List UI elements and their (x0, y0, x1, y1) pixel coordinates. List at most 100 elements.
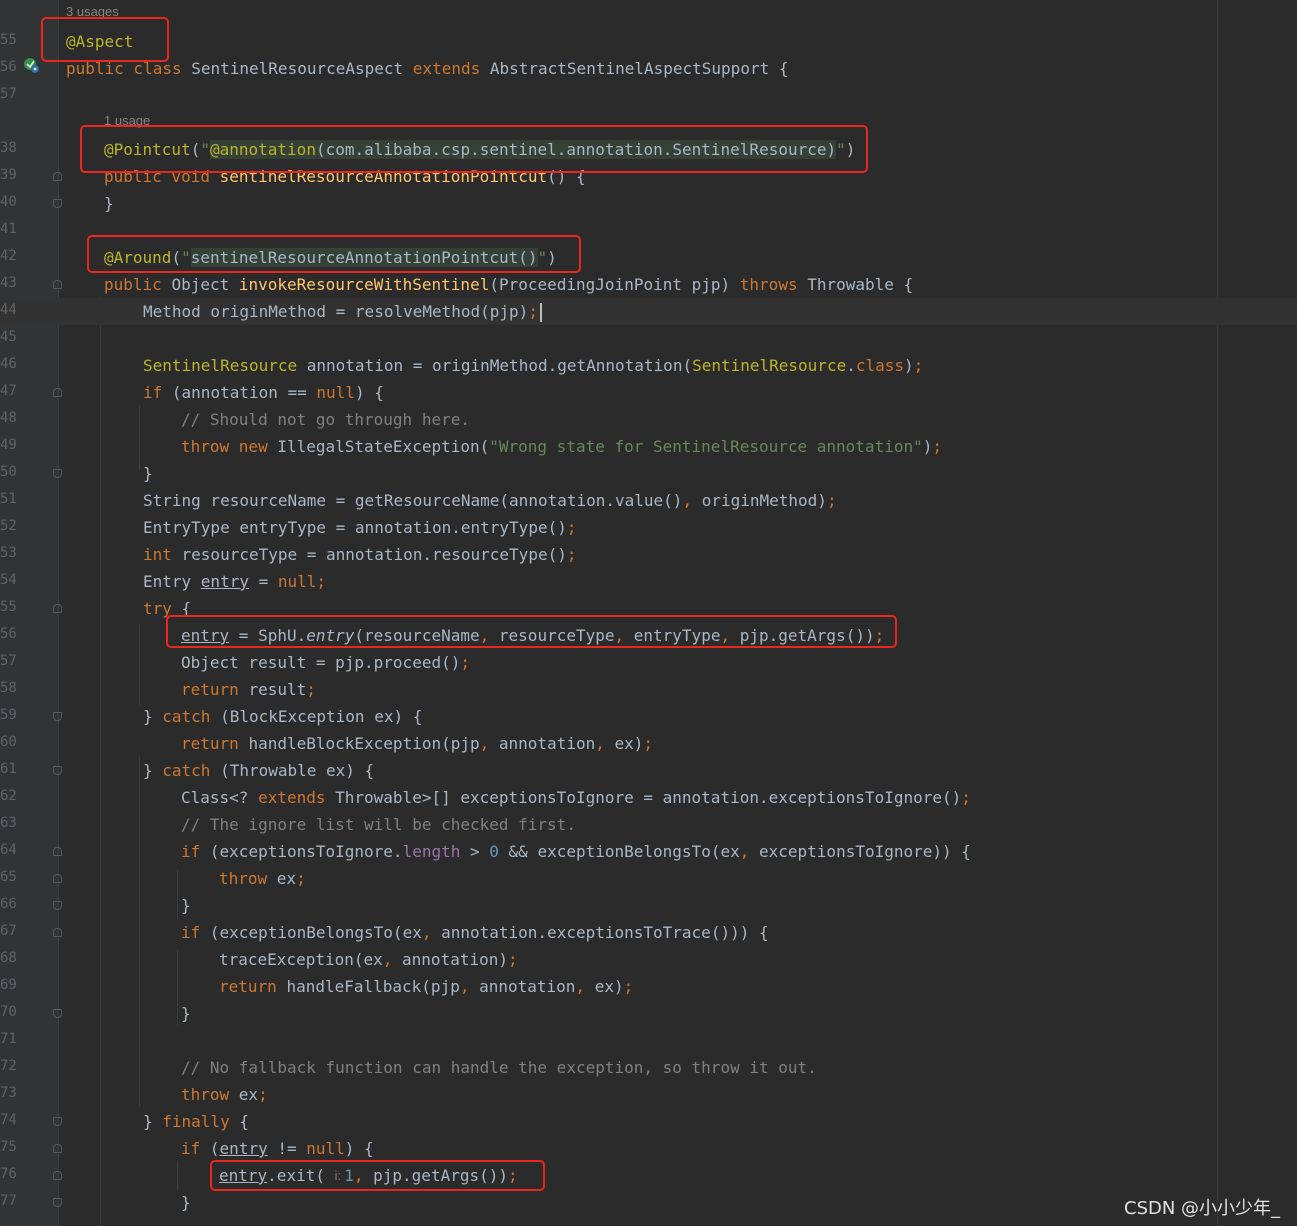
code-line[interactable]: 51 String resourceName = getResourceName(… (0, 487, 1297, 514)
code-line[interactable]: 72 // No fallback function can handle the… (0, 1054, 1297, 1081)
line-number[interactable]: 50 (0, 464, 17, 480)
code-text[interactable]: throw ex; (219, 868, 306, 889)
fold-marker-icon[interactable] (53, 1144, 62, 1153)
code-line[interactable]: 64 if (exceptionsToIgnore.length > 0 && e… (0, 838, 1297, 865)
code-text[interactable]: } finally { (143, 1111, 249, 1132)
line-number[interactable]: 67 (0, 923, 17, 939)
line-number[interactable]: 39 (0, 167, 17, 183)
code-text[interactable]: } (104, 193, 114, 214)
line-number[interactable]: 38 (0, 140, 17, 156)
code-text[interactable]: int resourceType = annotation.resourceTy… (143, 544, 576, 565)
line-number[interactable]: 60 (0, 734, 17, 750)
code-line[interactable]: 46 SentinelResource annotation = originMe… (0, 352, 1297, 379)
line-number[interactable]: 44 (0, 302, 17, 318)
code-line[interactable]: 60 return handleBlockException(pjp, annot… (0, 730, 1297, 757)
code-text[interactable]: if (exceptionsToIgnore.length > 0 && exc… (181, 841, 971, 862)
code-line[interactable]: 71 (0, 1027, 1297, 1054)
code-line[interactable]: 57 (0, 82, 1297, 109)
line-number[interactable]: 56 (0, 59, 17, 75)
code-line[interactable]: 54 Entry entry = null; (0, 568, 1297, 595)
code-text[interactable]: } (181, 1192, 191, 1213)
code-line[interactable]: 62 Class<? extends Throwable>[] exception… (0, 784, 1297, 811)
code-text[interactable]: return handleBlockException(pjp, annotat… (181, 733, 653, 754)
fold-marker-icon[interactable] (53, 847, 62, 856)
line-number[interactable]: 42 (0, 248, 17, 264)
code-line[interactable]: 45 (0, 325, 1297, 352)
fold-marker-icon[interactable] (53, 172, 62, 181)
override-run-icon[interactable] (22, 56, 40, 74)
code-text[interactable]: } (181, 895, 191, 916)
code-line[interactable]: 44 Method originMethod = resolveMethod(pj… (0, 298, 1297, 325)
fold-marker-icon[interactable] (53, 1198, 62, 1207)
line-number[interactable]: 69 (0, 977, 17, 993)
fold-marker-icon[interactable] (53, 280, 62, 289)
line-number[interactable]: 64 (0, 842, 17, 858)
line-number[interactable]: 49 (0, 437, 17, 453)
line-number[interactable]: 55 (0, 599, 17, 615)
code-line[interactable]: 67 if (exceptionBelongsTo(ex, annotation.… (0, 919, 1297, 946)
code-line[interactable]: 40} (0, 190, 1297, 217)
code-text[interactable]: } (143, 463, 153, 484)
code-line[interactable]: 63 // The ignore list will be checked fir… (0, 811, 1297, 838)
line-number[interactable]: 55 (0, 32, 17, 48)
code-text[interactable]: EntryType entryType = annotation.entryTy… (143, 517, 576, 538)
line-number[interactable]: 46 (0, 356, 17, 372)
code-line[interactable]: 50} (0, 460, 1297, 487)
line-number[interactable]: 63 (0, 815, 17, 831)
line-number[interactable]: 41 (0, 221, 17, 237)
fold-marker-icon[interactable] (53, 388, 62, 397)
code-line[interactable]: 73 throw ex; (0, 1081, 1297, 1108)
line-number[interactable]: 56 (0, 626, 17, 642)
code-line[interactable]: 49 throw new IllegalStateException("Wrong… (0, 433, 1297, 460)
line-number[interactable]: 73 (0, 1085, 17, 1101)
code-text[interactable]: } (181, 1003, 191, 1024)
code-text[interactable]: if (entry != null) { (181, 1138, 374, 1159)
code-text[interactable]: throw new IllegalStateException("Wrong s… (181, 436, 942, 457)
code-text[interactable]: Class<? extends Throwable>[] exceptionsT… (181, 787, 971, 808)
line-number[interactable]: 76 (0, 1166, 17, 1182)
line-number[interactable]: 59 (0, 707, 17, 723)
line-number[interactable]: 71 (0, 1031, 17, 1047)
code-line[interactable]: 68 traceException(ex, annotation); (0, 946, 1297, 973)
code-line[interactable]: 65 throw ex; (0, 865, 1297, 892)
line-number[interactable]: 66 (0, 896, 17, 912)
line-number[interactable]: 57 (0, 653, 17, 669)
code-text[interactable]: return result; (181, 679, 316, 700)
line-number[interactable]: 47 (0, 383, 17, 399)
line-number[interactable]: 43 (0, 275, 17, 291)
code-line[interactable]: 48 // Should not go through here. (0, 406, 1297, 433)
fold-marker-icon[interactable] (53, 766, 62, 775)
code-line[interactable]: 47 if (annotation == null) { (0, 379, 1297, 406)
line-number[interactable]: 68 (0, 950, 17, 966)
line-number[interactable]: 72 (0, 1058, 17, 1074)
line-number[interactable]: 75 (0, 1139, 17, 1155)
code-text[interactable]: public class SentinelResourceAspect exte… (66, 58, 788, 79)
code-text[interactable]: // No fallback function can handle the e… (181, 1057, 817, 1078)
code-text[interactable]: Method originMethod = resolveMethod(pjp)… (143, 301, 542, 322)
code-line[interactable]: 70} (0, 1000, 1297, 1027)
code-line[interactable]: 74 } finally { (0, 1108, 1297, 1135)
line-number[interactable]: 40 (0, 194, 17, 210)
fold-marker-icon[interactable] (53, 874, 62, 883)
code-text[interactable]: String resourceName = getResourceName(an… (143, 490, 837, 511)
code-text[interactable]: } catch (BlockException ex) { (143, 706, 422, 727)
line-number[interactable]: 77 (0, 1193, 17, 1209)
fold-marker-icon[interactable] (53, 469, 62, 478)
line-number[interactable]: 74 (0, 1112, 17, 1128)
code-editor[interactable]: 55 @Aspect 56 public class SentinelResource… (0, 0, 1297, 1226)
fold-marker-icon[interactable] (53, 1171, 62, 1180)
code-line[interactable]: 61 } catch (Throwable ex) { (0, 757, 1297, 784)
code-line[interactable]: 77} (0, 1189, 1297, 1216)
fold-marker-icon[interactable] (53, 199, 62, 208)
code-text[interactable]: // The ignore list will be checked first… (181, 814, 576, 835)
code-line[interactable]: 75 if (entry != null) { (0, 1135, 1297, 1162)
code-line[interactable]: 57 Object result = pjp.proceed(); (0, 649, 1297, 676)
fold-marker-icon[interactable] (53, 1117, 62, 1126)
code-text[interactable]: public Object invokeResourceWithSentinel… (104, 274, 913, 295)
code-text[interactable]: } catch (Throwable ex) { (143, 760, 374, 781)
line-number[interactable]: 58 (0, 680, 17, 696)
line-number[interactable]: 61 (0, 761, 17, 777)
fold-marker-icon[interactable] (53, 901, 62, 910)
code-text[interactable]: throw ex; (181, 1084, 268, 1105)
code-text[interactable]: SentinelResource annotation = originMeth… (143, 355, 923, 376)
